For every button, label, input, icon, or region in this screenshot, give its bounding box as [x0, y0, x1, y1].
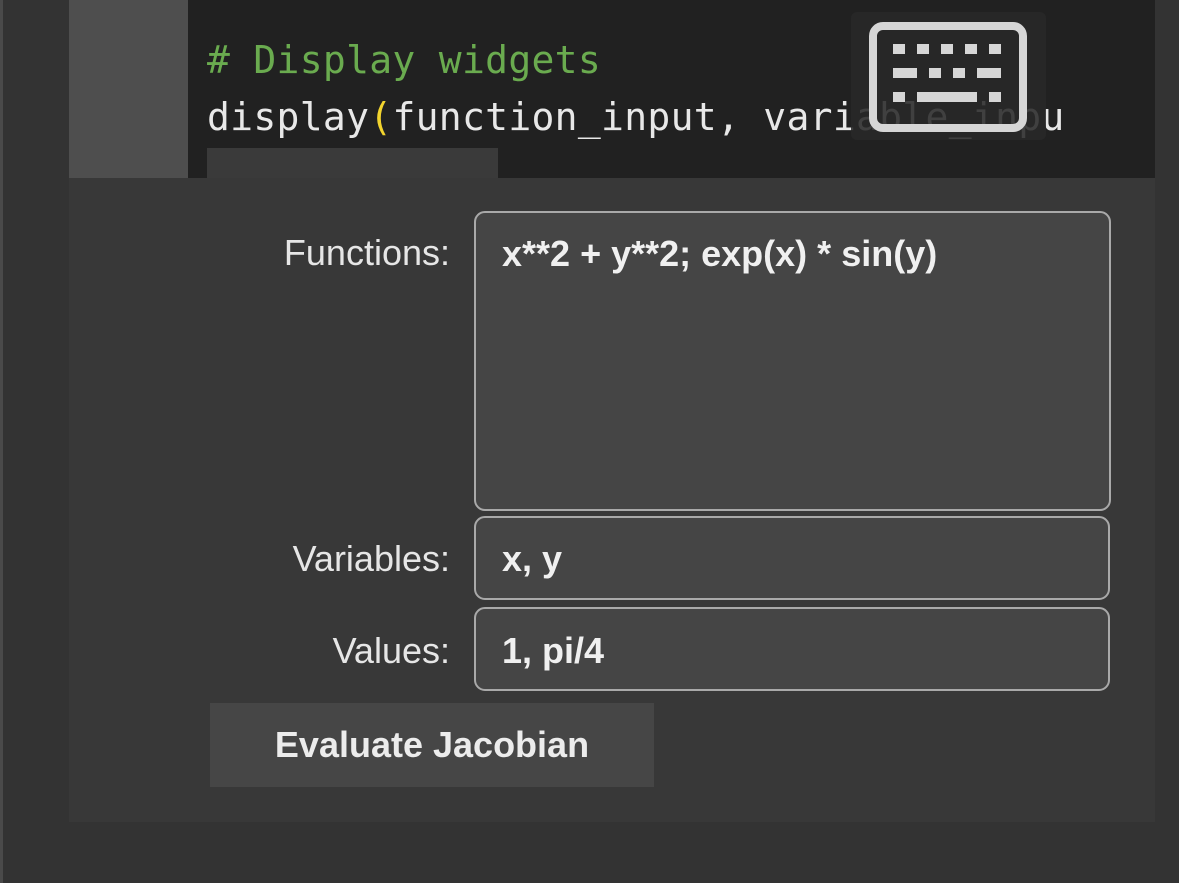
variables-value: x, y [502, 538, 563, 579]
variables-input[interactable]: x, y [474, 516, 1110, 600]
code-comment-line: # Display widgets [207, 38, 602, 82]
functions-label: Functions: [283, 232, 450, 273]
variables-label: Variables: [292, 538, 450, 579]
values-value: 1, pi/4 [502, 630, 605, 671]
cell-gutter [69, 0, 188, 178]
functions-textarea[interactable]: x**2 + y**2; exp(x) * sin(y) [474, 211, 1111, 511]
code-call-name: display [207, 95, 370, 139]
horizontal-scrollbar[interactable] [207, 148, 498, 178]
values-input[interactable]: 1, pi/4 [474, 607, 1110, 691]
evaluate-jacobian-label: Evaluate Jacobian [274, 724, 590, 765]
keyboard-icon [869, 22, 1027, 132]
code-open-paren: ( [369, 95, 393, 139]
evaluate-jacobian-button[interactable]: Evaluate Jacobian [210, 703, 654, 787]
functions-value: x**2 + y**2; exp(x) * sin(y) [502, 233, 938, 274]
values-label: Values: [332, 630, 450, 671]
left-edge [0, 0, 3, 883]
